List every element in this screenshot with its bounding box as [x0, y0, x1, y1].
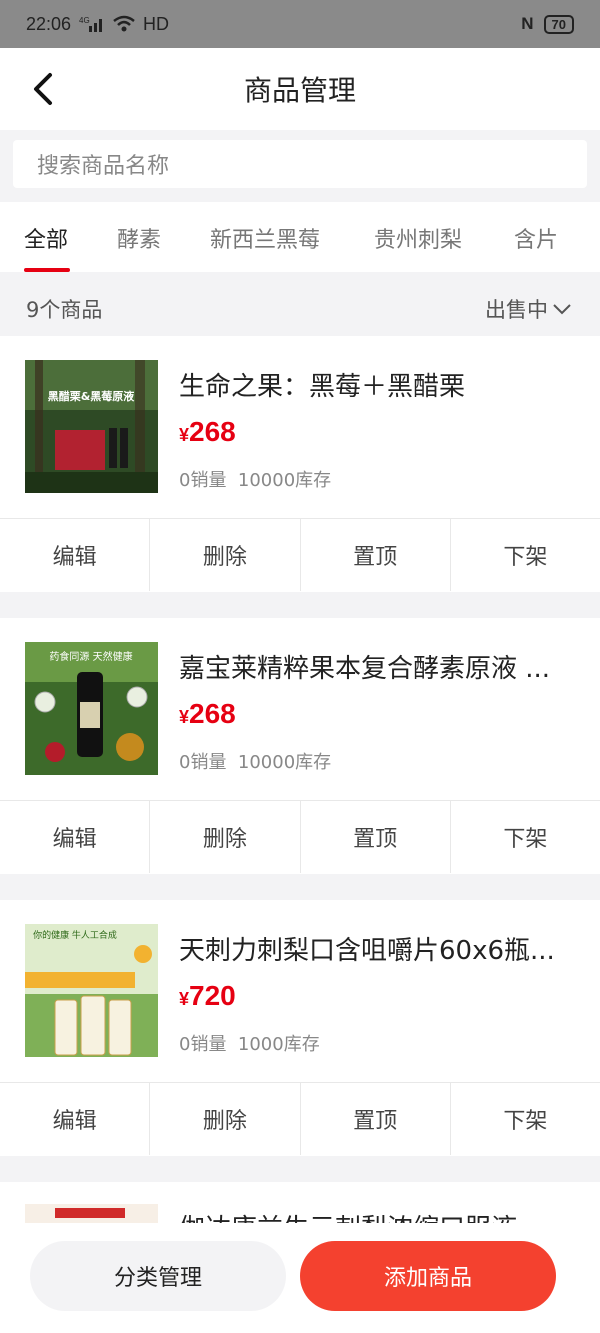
- battery-indicator: 70: [543, 14, 574, 34]
- sales-stock-info: 0销量 1000库存: [179, 1030, 320, 1056]
- sales-count: 0销量: [179, 1034, 227, 1055]
- edit-button[interactable]: 编辑: [0, 801, 151, 873]
- price-value: 268: [189, 698, 236, 729]
- product-price: ¥268: [179, 416, 236, 448]
- page-title: 商品管理: [243, 74, 356, 107]
- pin-top-button[interactable]: 置顶: [301, 801, 451, 873]
- image-caption: 药食同源 天然健康: [49, 650, 132, 663]
- add-product-button[interactable]: 添加商品: [300, 1241, 556, 1311]
- image-caption: 黑醋栗&黑莓原液: [48, 389, 136, 403]
- list-summary: 9个商品 出售中: [0, 272, 600, 336]
- back-arrow-icon[interactable]: [30, 72, 60, 106]
- tab-lozenge[interactable]: 含片: [514, 222, 558, 254]
- product-image[interactable]: 药食同源 天然健康: [25, 642, 158, 775]
- product-name: 生命之果：黑莓＋黑醋栗: [179, 372, 466, 402]
- delist-button[interactable]: 下架: [451, 801, 600, 873]
- product-count: 9个商品: [26, 298, 103, 322]
- search-area: 搜索商品名称: [0, 130, 600, 202]
- currency-symbol: ¥: [179, 707, 190, 727]
- bottom-action-bar: 分类管理 添加商品: [0, 1223, 600, 1333]
- product-image[interactable]: 黑醋栗&黑莓原液: [25, 360, 158, 493]
- tab-all[interactable]: 全部: [24, 222, 68, 254]
- product-card: 黑醋栗&黑莓原液 生命之果：黑莓＋黑醋栗 ¥268 0销量 10000库存 编辑…: [0, 336, 600, 592]
- sales-count: 0销量: [179, 470, 227, 491]
- edit-button[interactable]: 编辑: [0, 1083, 151, 1155]
- status-time: 22:06: [26, 13, 72, 34]
- edit-button[interactable]: 编辑: [0, 519, 151, 591]
- wifi-label: HD: [143, 13, 170, 34]
- pin-top-button[interactable]: 置顶: [301, 519, 451, 591]
- price-value: 720: [189, 980, 236, 1011]
- status-filter-dropdown[interactable]: 出售中: [485, 294, 572, 324]
- sales-stock-info: 0销量 10000库存: [179, 748, 331, 774]
- product-price: ¥720: [179, 980, 236, 1012]
- price-value: 268: [189, 416, 236, 447]
- delete-button[interactable]: 删除: [150, 1083, 301, 1155]
- nfc-icon: N: [521, 14, 534, 33]
- network-type-label: 4G: [79, 16, 90, 25]
- product-image[interactable]: 你的健康 牛人工合成: [25, 924, 158, 1057]
- delete-button[interactable]: 删除: [150, 519, 301, 591]
- product-name: 天刺力刺梨口含咀嚼片60x6瓶...: [179, 936, 555, 966]
- stock-count: 10000库存: [237, 752, 332, 773]
- product-actions: 编辑 删除 置顶 下架: [0, 518, 600, 591]
- pin-top-button[interactable]: 置顶: [301, 1083, 451, 1155]
- product-actions: 编辑 删除 置顶 下架: [0, 800, 600, 873]
- category-management-button[interactable]: 分类管理: [30, 1241, 286, 1311]
- stock-count: 10000库存: [237, 470, 332, 491]
- category-tabs: 全部 酵素 新西兰黑莓 贵州刺梨 含片: [0, 202, 600, 272]
- signal-icon: 4G: [79, 16, 103, 32]
- tab-guizhou-roxburgh-rose[interactable]: 贵州刺梨: [374, 222, 462, 254]
- sales-stock-info: 0销量 10000库存: [179, 466, 331, 492]
- status-bar: 22:06 4G HD N 70: [0, 0, 600, 48]
- product-name: 嘉宝莱精粹果本复合酵素原液 ...: [179, 654, 551, 684]
- delist-button[interactable]: 下架: [451, 1083, 600, 1155]
- delete-button[interactable]: 删除: [150, 801, 301, 873]
- wifi-icon: [113, 15, 135, 32]
- status-filter-label: 出售中: [485, 298, 548, 322]
- tab-enzyme[interactable]: 酵素: [117, 222, 161, 254]
- chevron-down-icon: [553, 304, 571, 315]
- product-price: ¥268: [179, 698, 236, 730]
- product-card: 药食同源 天然健康 嘉宝莱精粹果本复合酵素原液 ... ¥268 0销量 100…: [0, 618, 600, 874]
- tab-nz-blackberry[interactable]: 新西兰黑莓: [210, 222, 320, 254]
- search-input[interactable]: 搜索商品名称: [13, 140, 587, 188]
- search-placeholder: 搜索商品名称: [37, 154, 170, 179]
- currency-symbol: ¥: [179, 425, 190, 445]
- app-header: 商品管理: [0, 48, 600, 130]
- currency-symbol: ¥: [179, 989, 190, 1009]
- product-card: 你的健康 牛人工合成 天刺力刺梨口含咀嚼片60x6瓶... ¥720 0销量 1…: [0, 900, 600, 1156]
- stock-count: 1000库存: [237, 1034, 320, 1055]
- product-actions: 编辑 删除 置顶 下架: [0, 1082, 600, 1155]
- sales-count: 0销量: [179, 752, 227, 773]
- delist-button[interactable]: 下架: [451, 519, 600, 591]
- image-caption: 你的健康 牛人工合成: [33, 929, 117, 941]
